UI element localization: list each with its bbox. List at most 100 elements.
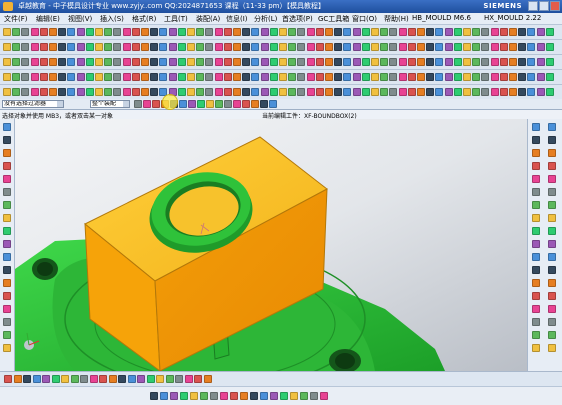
mold-wizard-icon[interactable] (545, 73, 554, 81)
toolbar-tool-icon[interactable] (21, 28, 30, 36)
mold-wizard-icon[interactable] (21, 73, 30, 81)
mold-wizard-icon[interactable] (334, 73, 343, 81)
resource-icon[interactable] (532, 149, 540, 157)
feature-icon[interactable] (417, 43, 425, 51)
resource-tool-icon[interactable] (548, 253, 556, 261)
toolbar-tool-icon[interactable] (76, 28, 85, 36)
navigator-icon[interactable] (3, 149, 11, 157)
analysis-icon[interactable] (223, 88, 232, 96)
toolbar-tool-icon[interactable] (463, 28, 471, 36)
resource-tool-icon[interactable] (548, 136, 556, 144)
menu-hb-mould[interactable]: HB_MOULD M6.6 (412, 14, 471, 22)
analysis-icon[interactable] (389, 88, 398, 96)
resource-icon[interactable] (532, 253, 540, 261)
toolbar-tool-icon[interactable] (527, 28, 536, 36)
analysis-icon[interactable] (325, 88, 333, 96)
mold-tool-icon[interactable] (389, 58, 398, 66)
mold-wizard-icon[interactable] (76, 73, 85, 81)
toolbar-tool-icon[interactable] (223, 28, 232, 36)
feature-icon[interactable] (352, 43, 361, 51)
mold-tool-icon[interactable] (536, 58, 545, 66)
toolbar-tool-icon[interactable] (150, 28, 159, 36)
toolbar-tool-icon[interactable] (426, 28, 435, 36)
mold-tool-icon[interactable] (444, 58, 453, 66)
resource-tool-icon[interactable] (548, 227, 556, 235)
mold-tool-icon[interactable] (453, 58, 462, 66)
analysis-icon[interactable] (12, 88, 21, 96)
resource-icon[interactable] (532, 162, 540, 170)
toolbar-tool-icon[interactable] (435, 28, 444, 36)
mold-wizard-icon[interactable] (453, 73, 462, 81)
feature-icon[interactable] (187, 43, 195, 51)
mold-wizard-icon[interactable] (214, 73, 223, 81)
analysis-icon[interactable] (380, 88, 389, 96)
feature-icon[interactable] (407, 43, 416, 51)
snap-point-icon[interactable] (184, 375, 193, 383)
mold-wizard-icon[interactable] (536, 73, 545, 81)
resource-icon[interactable] (532, 266, 540, 274)
analysis-icon[interactable] (481, 88, 490, 96)
analysis-icon[interactable] (76, 88, 85, 96)
mold-tool-icon[interactable] (214, 58, 223, 66)
resource-tool-icon[interactable] (548, 344, 556, 352)
mold-wizard-icon[interactable] (288, 73, 297, 81)
mold-wizard-icon[interactable] (242, 73, 251, 81)
feature-icon[interactable] (214, 43, 223, 51)
navigator-icon[interactable] (3, 318, 11, 326)
toolbar-tool-icon[interactable] (288, 28, 297, 36)
toolbar-tool-icon[interactable] (279, 28, 287, 36)
curve-icon[interactable] (220, 392, 228, 400)
toolbar-tool-icon[interactable] (58, 28, 67, 36)
analysis-icon[interactable] (214, 88, 223, 96)
mold-wizard-icon[interactable] (389, 73, 398, 81)
resource-tool-icon[interactable] (548, 175, 556, 183)
toolbar-tool-icon[interactable] (371, 28, 379, 36)
navigator-icon[interactable] (3, 188, 11, 196)
mold-wizard-icon[interactable] (39, 73, 48, 81)
toolbar-tool-icon[interactable] (398, 28, 407, 36)
menu-assemblies[interactable]: 装配(A) (196, 14, 220, 24)
menu-edit[interactable]: 编辑(E) (36, 14, 60, 24)
mold-wizard-icon[interactable] (407, 73, 416, 81)
feature-icon[interactable] (67, 43, 76, 51)
toolbar-tool-icon[interactable] (196, 28, 205, 36)
resource-icon[interactable] (532, 214, 540, 222)
mold-tool-icon[interactable] (343, 58, 352, 66)
resource-tool-icon[interactable] (548, 214, 556, 222)
snap-point-icon[interactable] (99, 375, 107, 383)
menu-window[interactable]: 窗口(O) (352, 14, 377, 24)
mold-wizard-icon[interactable] (233, 73, 241, 81)
mold-wizard-icon[interactable] (306, 73, 315, 81)
snap-filter-icon[interactable] (224, 100, 232, 108)
toolbar-tool-icon[interactable] (187, 28, 195, 36)
feature-icon[interactable] (242, 43, 251, 51)
mold-tool-icon[interactable] (95, 58, 103, 66)
curve-icon[interactable] (310, 392, 318, 400)
toolbar-tool-icon[interactable] (518, 28, 527, 36)
mold-tool-icon[interactable] (187, 58, 195, 66)
mold-wizard-icon[interactable] (104, 73, 113, 81)
feature-icon[interactable] (177, 43, 186, 51)
mold-wizard-icon[interactable] (85, 73, 94, 81)
feature-icon[interactable] (288, 43, 297, 51)
navigator-icon[interactable] (3, 253, 11, 261)
resource-tool-icon[interactable] (548, 292, 556, 300)
mold-wizard-icon[interactable] (297, 73, 306, 81)
toolbar-tool-icon[interactable] (168, 28, 177, 36)
curve-icon[interactable] (290, 392, 298, 400)
toolbar-tool-icon[interactable] (141, 28, 149, 36)
resource-tool-icon[interactable] (548, 266, 556, 274)
snap-point-icon[interactable] (165, 375, 174, 383)
curve-icon[interactable] (210, 392, 218, 400)
snap-point-icon[interactable] (194, 375, 202, 383)
navigator-icon[interactable] (3, 240, 11, 248)
snap-point-icon[interactable] (23, 375, 31, 383)
menu-preferences[interactable]: 首选项(P) (282, 14, 313, 24)
resource-tool-icon[interactable] (548, 240, 556, 248)
mold-wizard-icon[interactable] (196, 73, 205, 81)
analysis-icon[interactable] (122, 88, 131, 96)
feature-icon[interactable] (196, 43, 205, 51)
toolbar-tool-icon[interactable] (113, 28, 122, 36)
analysis-icon[interactable] (453, 88, 462, 96)
analysis-icon[interactable] (251, 88, 260, 96)
